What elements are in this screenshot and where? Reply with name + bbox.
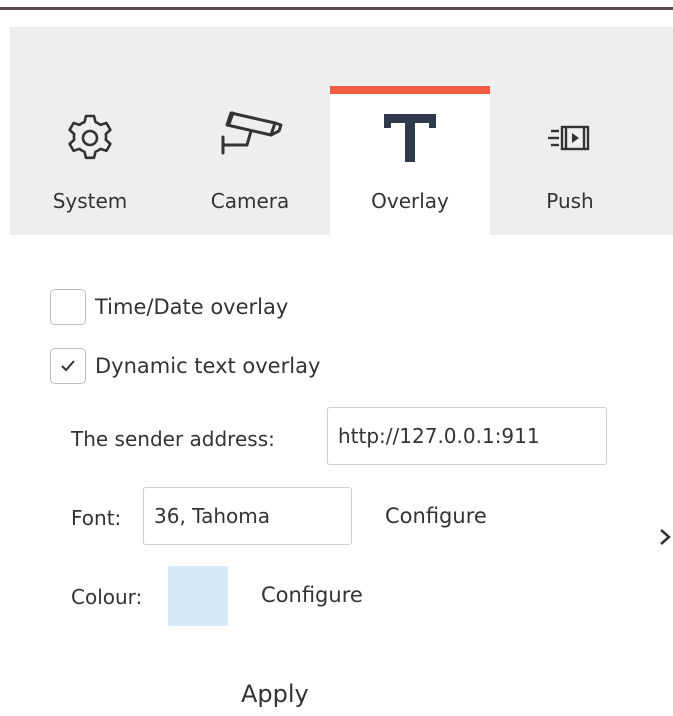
- tab-push-label: Push: [546, 189, 594, 213]
- text-t-icon: [330, 108, 490, 168]
- colour-swatch[interactable]: [168, 566, 228, 626]
- dynamic-text-overlay-checkbox[interactable]: [50, 348, 86, 384]
- push-video-icon: [490, 108, 650, 168]
- top-border: [0, 0, 673, 10]
- sender-address-label: The sender address:: [71, 427, 275, 451]
- sender-address-input[interactable]: [327, 407, 607, 465]
- settings-tab-bar: System Camera Overlay Push: [10, 27, 673, 235]
- time-date-overlay-checkbox[interactable]: [50, 289, 86, 325]
- apply-button[interactable]: Apply: [241, 680, 309, 708]
- font-label: Font:: [71, 506, 122, 530]
- tab-overlay[interactable]: Overlay: [330, 86, 490, 235]
- tab-camera[interactable]: Camera: [170, 86, 330, 235]
- time-date-overlay-label: Time/Date overlay: [95, 295, 289, 319]
- tab-push[interactable]: Push: [490, 86, 650, 235]
- font-input[interactable]: [143, 487, 352, 545]
- chevron-right-icon[interactable]: [657, 522, 673, 552]
- colour-label: Colour:: [71, 585, 143, 609]
- checkmark-icon: [61, 360, 75, 372]
- gear-icon: [10, 108, 170, 168]
- dynamic-text-overlay-row: Dynamic text overlay: [50, 346, 320, 386]
- time-date-overlay-row: Time/Date overlay: [50, 287, 288, 327]
- colour-configure-button[interactable]: Configure: [261, 583, 363, 607]
- dynamic-text-overlay-label: Dynamic text overlay: [95, 354, 321, 378]
- tab-system[interactable]: System: [10, 86, 170, 235]
- tab-camera-label: Camera: [210, 189, 290, 213]
- security-camera-icon: [170, 108, 330, 168]
- tab-system-label: System: [52, 189, 128, 213]
- tab-overlay-label: Overlay: [371, 189, 449, 213]
- font-configure-button[interactable]: Configure: [385, 504, 487, 528]
